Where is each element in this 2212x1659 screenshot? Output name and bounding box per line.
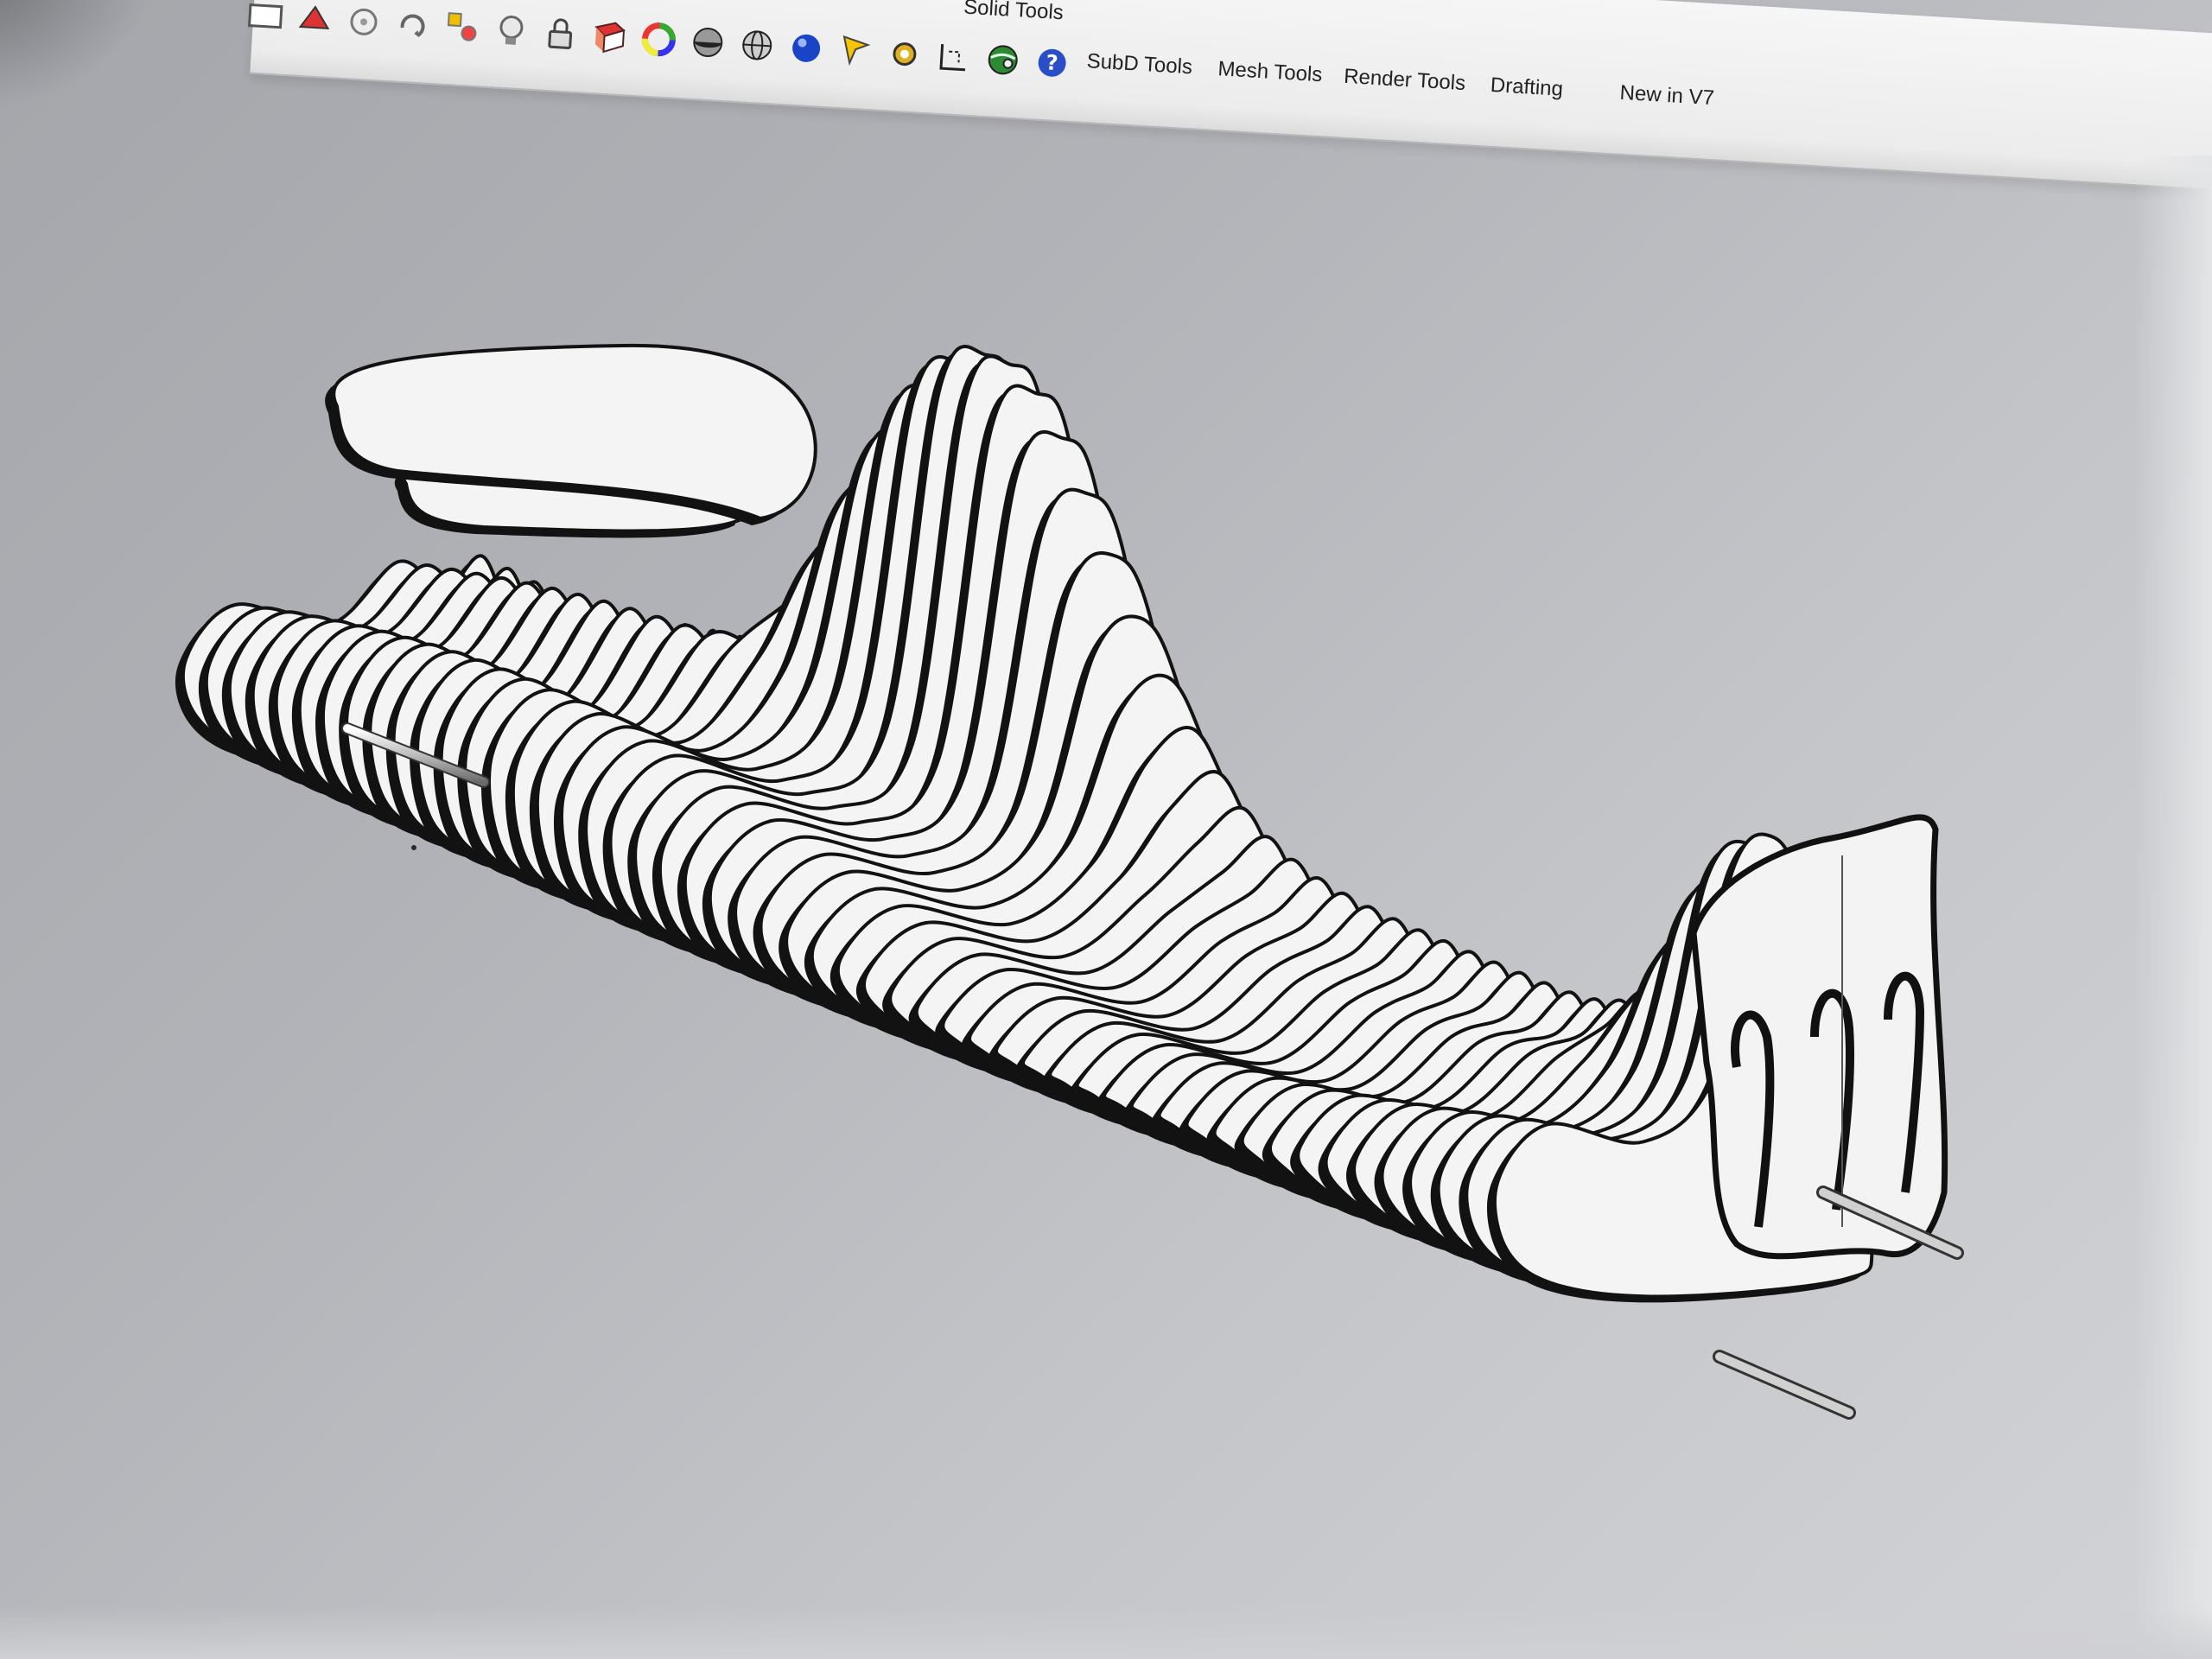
cursor-icon[interactable] (834, 29, 878, 73)
dimension-icon[interactable] (931, 35, 976, 79)
group-icon[interactable] (440, 6, 484, 50)
globe-icon[interactable] (981, 38, 1025, 82)
bench-model[interactable] (0, 0, 2212, 1659)
sphere-shade-icon[interactable] (686, 21, 730, 65)
tab-mesh-tools[interactable]: Mesh Tools (1217, 57, 1323, 87)
gear-icon[interactable] (883, 32, 927, 76)
rectangle-icon[interactable] (244, 0, 288, 38)
sphere-blue-icon[interactable] (785, 26, 829, 70)
book-icon[interactable] (588, 15, 632, 59)
shape-icon[interactable] (293, 0, 337, 41)
sphere-wire-icon[interactable] (735, 23, 779, 67)
lock-icon[interactable] (538, 12, 582, 56)
tab-drafting[interactable]: Drafting (1490, 73, 1564, 102)
screen: ? Solid Tools SubD Tools Mesh Tools Render … (0, 0, 2212, 1659)
rotate-icon[interactable] (391, 3, 435, 47)
color-wheel-icon[interactable] (637, 17, 681, 61)
lightbulb-icon[interactable] (489, 9, 533, 53)
tab-new-in-v7[interactable]: New in V7 (1619, 81, 1715, 111)
slat-stack[interactable] (175, 343, 1876, 1303)
snap-icon[interactable] (342, 0, 386, 44)
help-icon[interactable]: ? (1030, 41, 1074, 85)
tab-solid-tools[interactable]: Solid Tools (963, 0, 1064, 25)
screen-bottom-edge (0, 1607, 2212, 1659)
tab-render-tools[interactable]: Render Tools (1343, 65, 1465, 96)
svg-text:?: ? (1046, 50, 1059, 75)
viewport-artifact-dot (411, 845, 416, 850)
tab-subd-tools[interactable]: SubD Tools (1086, 49, 1193, 79)
perspective-viewport[interactable] (0, 0, 2212, 1659)
screen-glare (2134, 156, 2212, 1659)
